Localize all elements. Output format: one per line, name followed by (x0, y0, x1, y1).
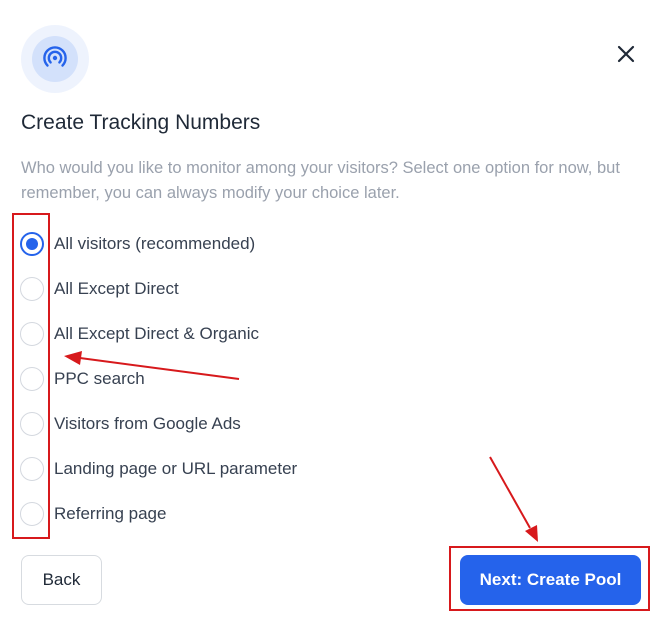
option-ppc-search[interactable]: PPC search (20, 365, 440, 393)
next-button-highlight-box (449, 546, 650, 611)
arrow-to-next-button (489, 456, 538, 542)
option-all-visitors[interactable]: All visitors (recommended) (20, 230, 440, 258)
option-label: All Except Direct & Organic (54, 324, 260, 343)
tracking-signal-badge-inner (32, 36, 78, 82)
option-label: Referring page (54, 504, 167, 523)
option-label: Landing page or URL parameter (54, 459, 298, 478)
broadcast-signal-icon (43, 46, 67, 67)
option-label: All visitors (recommended) (54, 234, 256, 253)
back-button[interactable]: Back (21, 555, 102, 605)
option-referring-page[interactable]: Referring page (20, 500, 440, 528)
close-icon (617, 45, 635, 63)
option-landing-page[interactable]: Landing page or URL parameter (20, 455, 440, 483)
tracking-signal-badge (21, 25, 89, 93)
option-all-except-direct[interactable]: All Except Direct (20, 275, 440, 303)
option-label: Visitors from Google Ads (54, 414, 241, 433)
option-label: All Except Direct (54, 279, 179, 298)
radio-column-highlight-box (12, 213, 50, 539)
option-all-except-direct-organic[interactable]: All Except Direct & Organic (20, 320, 440, 348)
option-label: PPC search (54, 369, 145, 388)
annotation-arrows (64, 351, 538, 542)
option-google-ads[interactable]: Visitors from Google Ads (20, 410, 440, 438)
dialog-description: Who would you like to monitor among your… (21, 159, 620, 202)
close-button[interactable] (612, 40, 640, 68)
dialog-title: Create Tracking Numbers (21, 111, 261, 134)
